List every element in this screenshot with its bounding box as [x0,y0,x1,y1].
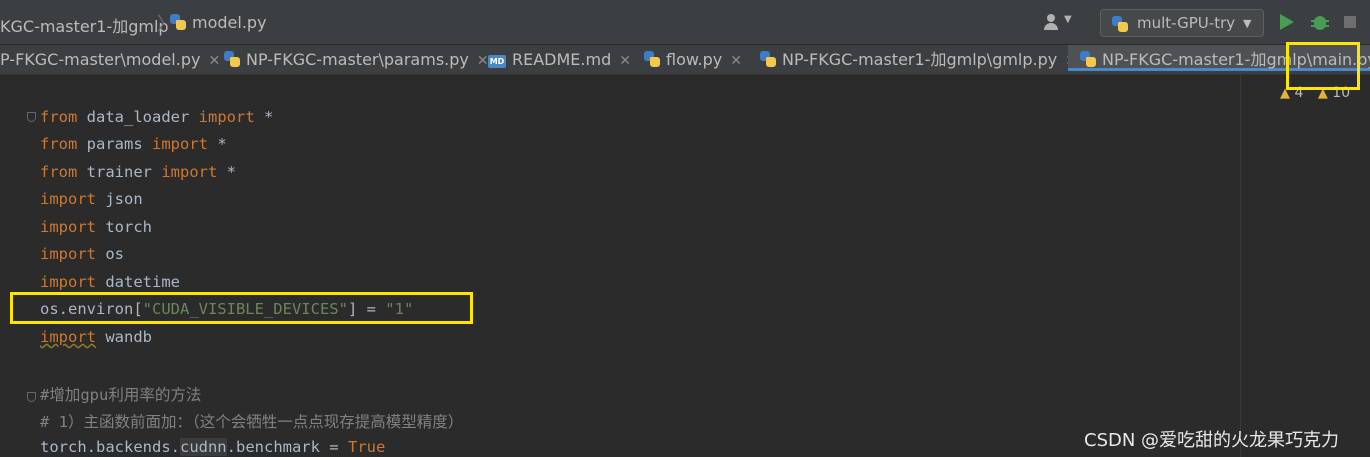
tab-readme-md[interactable]: MD README.md ✕ [488,45,631,74]
debug-button[interactable] [1311,12,1329,32]
run-configuration-select[interactable]: mult-GPU-try ▼ [1100,9,1264,37]
chevron-down-icon: ▼ [1064,14,1072,25]
close-icon[interactable]: ✕ [477,53,489,69]
code-line-3: from trainer import * [40,163,236,181]
code-line-10: #增加gpu利用率的方法 [40,386,202,404]
tab-gmlp-py[interactable]: NP-FKGC-master1-加gmlp\gmlp.py✕ [760,45,1077,74]
highlight-box-cuda-line [10,292,473,324]
fold-icon[interactable] [27,392,36,402]
python-file-icon [224,51,240,67]
code-line-9: import wandb [40,328,152,346]
user-account-button[interactable]: ▼ [1044,12,1080,34]
code-line-2: from params import * [40,135,227,153]
code-line-7: import datetime [40,273,180,291]
markdown-file-icon: MD [488,55,506,68]
navigation-bar: KGC-master1-加gmlp 〉 model.py ▼ mult-GPU-… [0,0,1370,45]
watermark-text: CSDN @爱吃甜的火龙果巧克力 [1084,430,1340,451]
tab-flow-py[interactable]: flow.py ✕ [644,45,742,74]
tab-label: NP-FKGC-master\params.py [246,50,469,69]
tab-label: flow.py [666,50,723,69]
code-line-4: import json [40,190,143,208]
tab-model-py[interactable]: P-FKGC-master\model.py ✕ [0,45,220,74]
code-line-5: import torch [40,218,152,236]
code-line-12: torch.backends.cudnn.benchmark = True [40,438,386,456]
run-configuration-label: mult-GPU-try [1137,14,1236,32]
chevron-down-icon: ▼ [1243,17,1252,30]
close-icon[interactable]: ✕ [730,53,742,69]
breadcrumb-project[interactable]: KGC-master1-加gmlp [0,13,169,37]
python-file-icon [760,51,776,67]
close-icon[interactable]: ✕ [619,53,631,69]
tab-label: P-FKGC-master\model.py [0,50,201,69]
breadcrumb-file-label: model.py [192,13,267,32]
highlight-box-main-tab [1286,42,1360,90]
python-config-icon [1112,16,1128,32]
code-line-1: from data_loader import * [40,108,274,126]
stop-button[interactable] [1344,16,1356,28]
python-file-icon [170,14,186,30]
code-line-6: import os [40,245,124,263]
fold-icon[interactable] [27,112,36,122]
editor-tab-bar: P-FKGC-master\model.py ✕ NP-FKGC-master\p… [0,45,1370,75]
code-line-11: # 1）主函数前面加：（这个会牺牲一点点现存提高模型精度） [40,413,464,431]
tab-label: NP-FKGC-master1-加gmlp\gmlp.py [782,50,1058,69]
close-icon[interactable]: ✕ [208,53,220,69]
breadcrumb-file[interactable]: model.py [170,13,267,32]
tab-label: README.md [512,50,612,69]
run-button[interactable] [1280,14,1294,30]
editor-right-gutter [1240,75,1370,457]
python-file-icon [1080,51,1096,67]
python-file-icon [644,51,660,67]
tab-params-py[interactable]: NP-FKGC-master\params.py ✕ [224,45,489,74]
